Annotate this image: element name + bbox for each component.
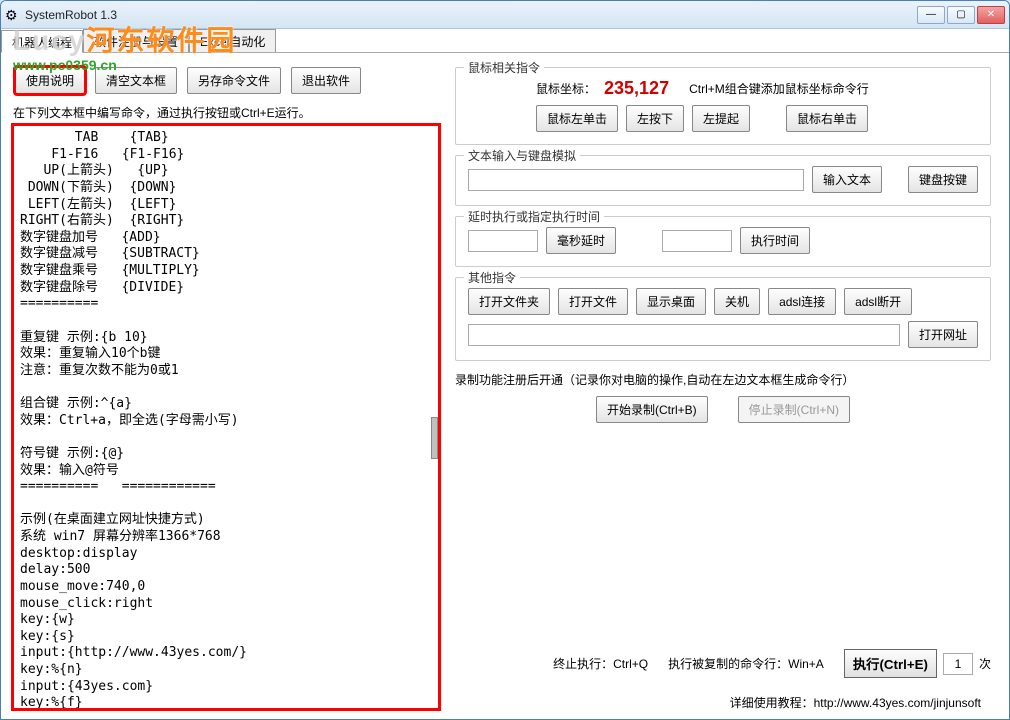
left-panel: 使用说明 清空文本框 另存命令文件 退出软件 在下列文本框中编写命令，通过执行按… — [11, 67, 441, 711]
show-desktop-button[interactable]: 显示桌面 — [636, 288, 706, 315]
text-input-field[interactable] — [468, 169, 804, 191]
coord-value: 235,127 — [604, 78, 669, 99]
adsl-connect-button[interactable]: adsl连接 — [768, 288, 836, 315]
exit-button[interactable]: 退出软件 — [291, 67, 361, 94]
replay-label: 执行被复制的命令行：Win+A — [668, 655, 824, 672]
left-hint: 在下列文本框中编写命令，通过执行按钮或Ctrl+E运行。 — [13, 104, 441, 121]
other-group-title: 其他指令 — [464, 269, 520, 286]
keyboard-key-button[interactable]: 键盘按键 — [908, 166, 978, 193]
delay-group-title: 延时执行或指定执行时间 — [464, 208, 604, 225]
mouse-group-title: 鼠标相关指令 — [464, 59, 544, 76]
coord-label: 鼠标坐标： — [536, 80, 596, 97]
input-text-button[interactable]: 输入文本 — [812, 166, 882, 193]
record-section: 录制功能注册后开通（记录你对电脑的操作,自动在左边文本框生成命令行） 开始录制(… — [455, 371, 991, 431]
start-record-button[interactable]: 开始录制(Ctrl+B) — [596, 396, 708, 423]
exec-row: 终止执行：Ctrl+Q 执行被复制的命令行：Win+A 执行(Ctrl+E) 次 — [455, 649, 991, 678]
url-input[interactable] — [468, 324, 900, 346]
mouse-left-click-button[interactable]: 鼠标左单击 — [536, 105, 618, 132]
open-file-button[interactable]: 打开文件 — [558, 288, 628, 315]
maximize-button[interactable]: ▢ — [947, 6, 975, 24]
mouse-group: 鼠标相关指令 鼠标坐标： 235,127 Ctrl+M组合键添加鼠标坐标命令行 … — [455, 67, 991, 145]
exec-times-label: 次 — [979, 655, 991, 672]
window-buttons: — ▢ ✕ — [917, 6, 1005, 24]
mouse-left-up-button[interactable]: 左提起 — [692, 105, 750, 132]
execute-button[interactable]: 执行(Ctrl+E) — [844, 649, 937, 678]
record-note: 录制功能注册后开通（记录你对电脑的操作,自动在左边文本框生成命令行） — [455, 371, 991, 388]
close-button[interactable]: ✕ — [977, 6, 1005, 24]
shutdown-button[interactable]: 关机 — [714, 288, 760, 315]
delay-ms-input[interactable] — [468, 230, 538, 252]
minimize-button[interactable]: — — [917, 6, 945, 24]
adsl-disconnect-button[interactable]: adsl断开 — [844, 288, 912, 315]
text-keyboard-group: 文本输入与键盘模拟 输入文本 键盘按键 — [455, 155, 991, 206]
exec-count-input[interactable] — [943, 653, 973, 675]
mouse-left-down-button[interactable]: 左按下 — [626, 105, 684, 132]
mouse-right-click-button[interactable]: 鼠标右单击 — [786, 105, 868, 132]
stop-record-button[interactable]: 停止录制(Ctrl+N) — [738, 396, 850, 423]
footer-link: 详细使用教程：http://www.43yes.com/jinjunsoft — [455, 694, 991, 711]
exec-time-button[interactable]: 执行时间 — [740, 227, 810, 254]
stop-exec-label: 终止执行：Ctrl+Q — [553, 655, 648, 672]
exec-time-input[interactable] — [662, 230, 732, 252]
delay-ms-button[interactable]: 毫秒延时 — [546, 227, 616, 254]
open-url-button[interactable]: 打开网址 — [908, 321, 978, 348]
command-textarea[interactable]: TAB {TAB} F1-F16 {F1-F16} UP(上箭头) {UP} D… — [11, 123, 441, 711]
right-panel: 鼠标相关指令 鼠标坐标： 235,127 Ctrl+M组合键添加鼠标坐标命令行 … — [455, 67, 999, 711]
other-group: 其他指令 打开文件夹 打开文件 显示桌面 关机 adsl连接 adsl断开 打开… — [455, 277, 991, 361]
open-folder-button[interactable]: 打开文件夹 — [468, 288, 550, 315]
app-window: ⚙ SystemRobot 1.3 — ▢ ✕ Lucy河东软件园 www.pc… — [0, 0, 1010, 720]
watermark: Lucy河东软件园 www.pc0359.cn — [13, 19, 236, 73]
delay-group: 延时执行或指定执行时间 毫秒延时 执行时间 — [455, 216, 991, 267]
content-area: 使用说明 清空文本框 另存命令文件 退出软件 在下列文本框中编写命令，通过执行按… — [1, 53, 1009, 719]
text-keyboard-group-title: 文本输入与键盘模拟 — [464, 147, 580, 164]
coord-desc: Ctrl+M组合键添加鼠标坐标命令行 — [689, 80, 869, 97]
